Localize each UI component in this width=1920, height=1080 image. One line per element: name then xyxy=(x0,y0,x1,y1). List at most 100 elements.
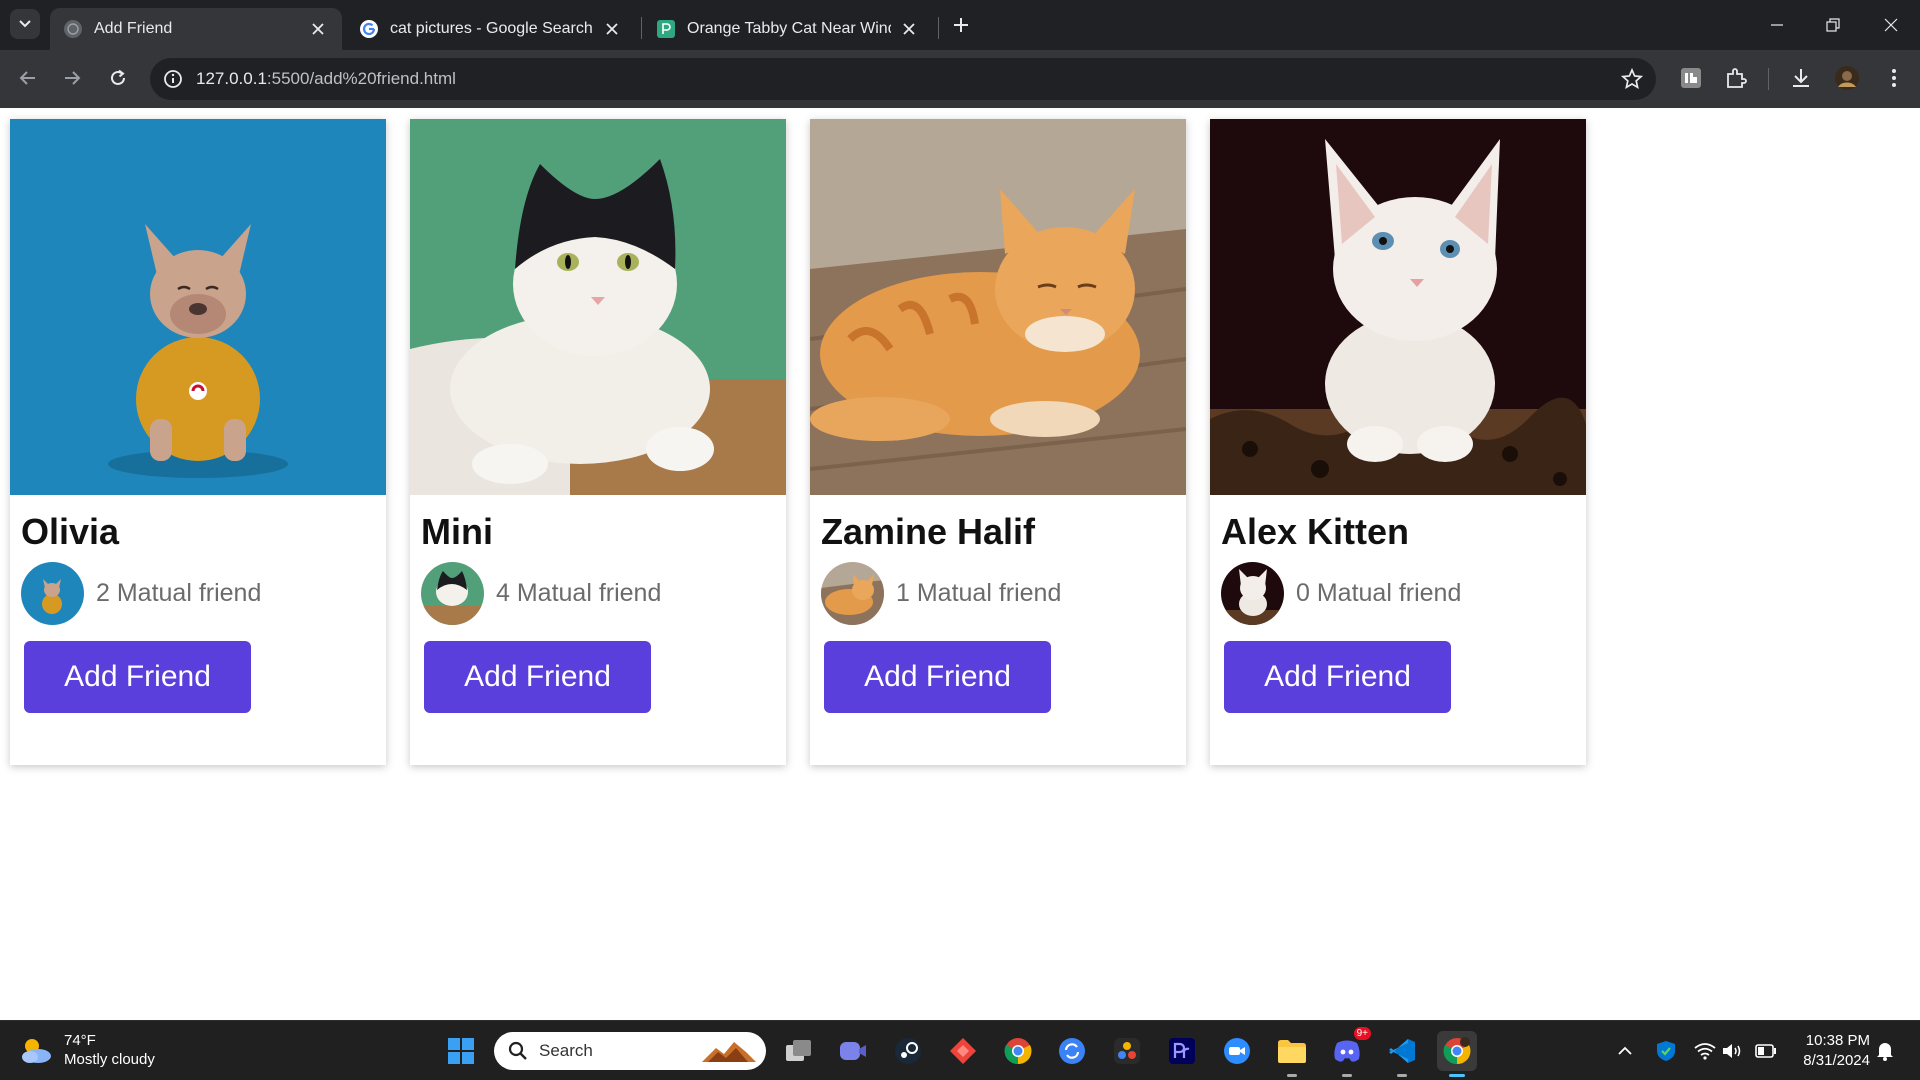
bookmark-star-icon[interactable] xyxy=(1620,67,1644,91)
file-explorer-app[interactable] xyxy=(1272,1031,1312,1077)
close-icon[interactable] xyxy=(308,19,328,39)
friend-name: Zamine Halif xyxy=(821,511,1036,552)
address-bar[interactable]: 127.0.0.1:5500/add%20friend.html xyxy=(150,58,1656,100)
arrow-left-icon xyxy=(19,71,35,85)
download-icon[interactable] xyxy=(1787,64,1815,92)
friend-photo xyxy=(10,119,386,495)
chrome-app[interactable] xyxy=(998,1031,1038,1071)
url-path: :5500/add%20friend.html xyxy=(266,69,456,88)
anydesk-app[interactable] xyxy=(943,1031,983,1071)
weather-widget[interactable]: 74°F Mostly cloudy xyxy=(18,1031,155,1069)
add-friend-button[interactable]: Add Friend xyxy=(424,641,651,713)
start-button[interactable] xyxy=(441,1031,481,1071)
clock-time: 10:38 PM xyxy=(1805,1032,1870,1049)
cloudy-weather-icon xyxy=(22,1039,51,1063)
tab-orange-tabby[interactable]: Orange Tabby Cat Near Window xyxy=(643,8,933,50)
info-icon[interactable] xyxy=(162,68,184,90)
chrome-icon xyxy=(1004,1038,1032,1065)
new-tab-button[interactable] xyxy=(948,12,974,38)
menu-kebab-icon[interactable] xyxy=(1880,64,1908,92)
volume-icon[interactable] xyxy=(1721,1040,1743,1062)
tab-separator xyxy=(641,17,642,39)
wifi-icon[interactable] xyxy=(1694,1040,1716,1062)
mutual-friend-count: 4 Matual friend xyxy=(496,578,662,607)
chevron-up-icon[interactable] xyxy=(1614,1040,1636,1062)
taskbar-search[interactable]: Search xyxy=(494,1032,766,1070)
mutual-friend-count: 2 Matual friend xyxy=(96,578,262,607)
avatar xyxy=(21,561,84,625)
tab-cat-pictures[interactable]: cat pictures - Google Search xyxy=(346,8,636,50)
weather-temp: 74°F xyxy=(64,1032,96,1049)
davinci-app[interactable] xyxy=(1107,1031,1147,1071)
profile-avatar[interactable] xyxy=(1833,64,1861,92)
davinci-resolve-icon xyxy=(1114,1038,1140,1064)
minimize-button[interactable] xyxy=(1762,10,1792,40)
reload-button[interactable] xyxy=(103,63,133,93)
sync-app[interactable] xyxy=(1052,1031,1092,1071)
close-icon xyxy=(1884,18,1898,32)
extensions-puzzle-icon[interactable] xyxy=(1722,64,1750,92)
windows-taskbar: 74°F Mostly cloudy Search 9+ 10:38 PM 8/… xyxy=(0,1020,1920,1080)
vscode-app[interactable] xyxy=(1382,1031,1422,1077)
close-window-button[interactable] xyxy=(1876,10,1906,40)
extension-tb-icon[interactable] xyxy=(1677,64,1705,92)
zoom-app[interactable] xyxy=(1217,1031,1257,1071)
folder-icon xyxy=(1278,1040,1306,1063)
mutual-friends: 2 Matual friend xyxy=(21,561,261,625)
premiere-pro-icon xyxy=(1169,1038,1195,1064)
discord-icon xyxy=(1334,1040,1360,1062)
forward-button[interactable] xyxy=(57,63,87,93)
avatar xyxy=(421,561,484,625)
battery-icon[interactable] xyxy=(1755,1040,1777,1062)
friend-card: Alex Kitten 0 Matual friend Add Friend xyxy=(1210,119,1586,765)
mutual-friends: 1 Matual friend xyxy=(821,561,1061,625)
add-friend-button[interactable]: Add Friend xyxy=(24,641,251,713)
chrome-profile-icon xyxy=(1443,1037,1471,1065)
system-clock[interactable]: 10:38 PM 8/31/2024 xyxy=(1786,1031,1870,1071)
steam-app[interactable] xyxy=(888,1031,928,1071)
steam-icon xyxy=(895,1038,921,1064)
google-icon xyxy=(360,20,378,38)
back-button[interactable] xyxy=(13,63,43,93)
notification-badge: 9+ xyxy=(1353,1027,1371,1040)
weather-desc: Mostly cloudy xyxy=(64,1051,155,1068)
url-host: 127.0.0.1 xyxy=(196,69,267,88)
avatar xyxy=(1221,561,1284,625)
friend-name: Olivia xyxy=(21,511,120,552)
tab-add-friend[interactable]: Add Friend xyxy=(50,8,342,50)
friend-photo xyxy=(1210,119,1586,495)
friend-photo xyxy=(410,119,786,495)
reload-icon xyxy=(111,69,125,85)
page-content: Olivia 2 Matual friend Add Friend Mini 4… xyxy=(0,108,1920,1020)
search-highlight-icon xyxy=(702,1042,756,1062)
friend-card: Zamine Halif 1 Matual friend Add Friend xyxy=(810,119,1186,765)
chevron-down-icon xyxy=(19,20,31,28)
restore-button[interactable] xyxy=(1818,10,1848,40)
plus-icon xyxy=(954,18,968,32)
chrome-active-app[interactable] xyxy=(1437,1031,1477,1077)
search-icon xyxy=(508,1041,527,1060)
browser-tab-strip: Add Friend cat pictures - Google Search … xyxy=(0,0,1920,50)
premiere-app[interactable] xyxy=(1162,1031,1202,1071)
mutual-friends: 4 Matual friend xyxy=(421,561,661,625)
close-icon[interactable] xyxy=(899,19,919,39)
teams-chat-app[interactable] xyxy=(833,1031,873,1071)
add-friend-button[interactable]: Add Friend xyxy=(1224,641,1451,713)
tab-title: Add Friend xyxy=(94,20,173,37)
avatar xyxy=(821,561,884,625)
discord-app[interactable]: 9+ xyxy=(1327,1027,1371,1077)
friend-name: Mini xyxy=(421,511,493,552)
add-friend-button[interactable]: Add Friend xyxy=(824,641,1051,713)
mutual-friend-count: 0 Matual friend xyxy=(1296,578,1462,607)
notification-bell-icon[interactable] xyxy=(1874,1040,1896,1062)
minimize-icon xyxy=(1771,24,1783,26)
security-shield-icon[interactable] xyxy=(1655,1040,1677,1062)
restore-icon xyxy=(1826,18,1840,32)
vscode-icon xyxy=(1389,1039,1415,1063)
running-indicator xyxy=(1449,1074,1465,1077)
tab-separator xyxy=(938,17,939,39)
url-text[interactable]: 127.0.0.1:5500/add%20friend.html xyxy=(196,69,456,89)
close-icon[interactable] xyxy=(602,19,622,39)
tab-search-button[interactable] xyxy=(10,9,40,39)
task-view-button[interactable] xyxy=(779,1031,819,1071)
